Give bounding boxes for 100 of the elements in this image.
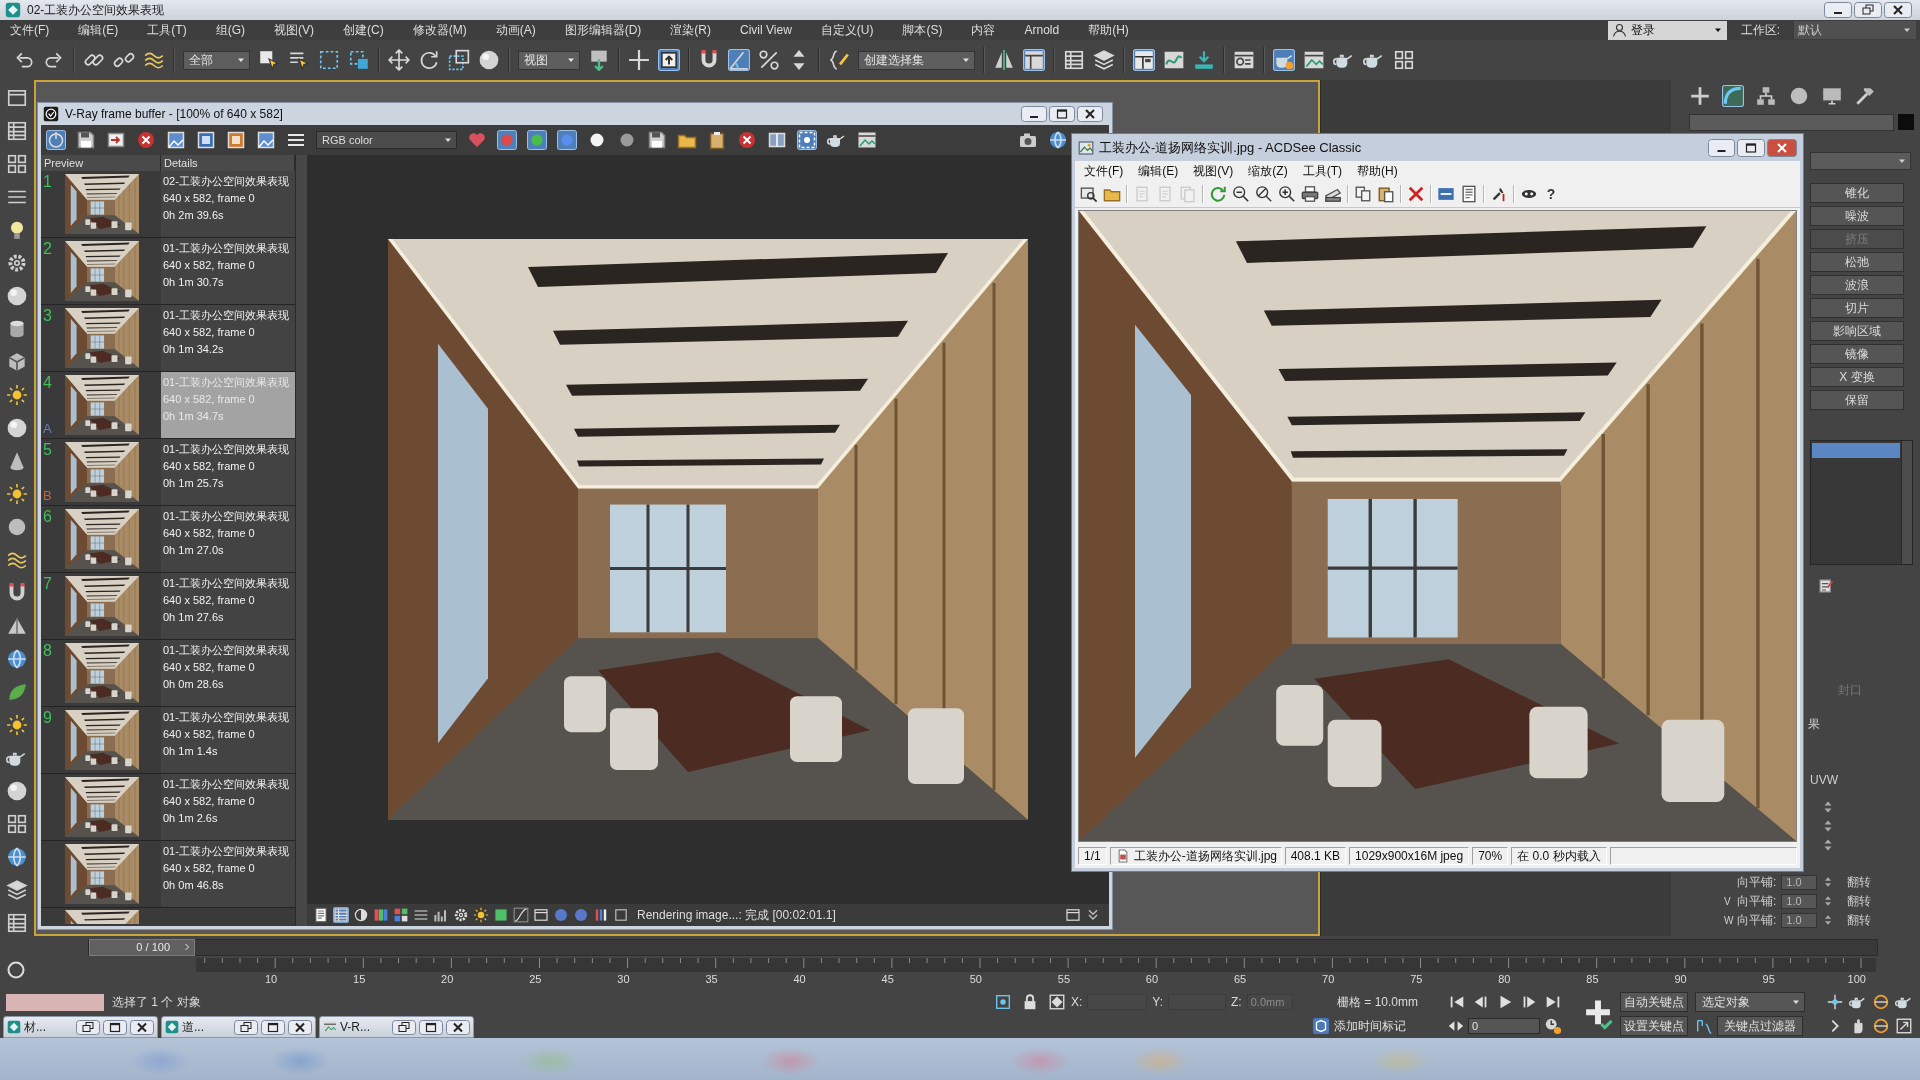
plus-icon[interactable] (1689, 85, 1711, 107)
crosshair-icon[interactable] (628, 49, 650, 71)
minimized-window[interactable]: 道... (161, 1016, 316, 1038)
window-icon[interactable] (1065, 907, 1081, 923)
restore-icon[interactable] (234, 1019, 258, 1035)
stripes-icon[interactable] (593, 907, 609, 923)
layout-icon[interactable] (1133, 49, 1155, 71)
help-button[interactable]: ? (1543, 185, 1559, 203)
globe-icon[interactable] (6, 846, 28, 868)
menu-item[interactable]: 内容 (971, 21, 996, 39)
globe-icon[interactable] (6, 648, 28, 670)
disc-icon[interactable] (1788, 85, 1810, 107)
maximize-icon[interactable] (1049, 106, 1075, 122)
lines-icon[interactable] (413, 907, 429, 923)
menu-item[interactable]: 图形编辑器(D) (564, 21, 642, 39)
menu-item[interactable]: 渲染(R) (670, 21, 711, 39)
menu-item[interactable]: 工具(T) (147, 21, 187, 39)
modifier-button[interactable]: 镜像 (1810, 344, 1904, 364)
picture-frame-icon[interactable] (166, 130, 186, 150)
tiling-field[interactable]: 1.0 (1781, 874, 1818, 890)
auto-key-button[interactable]: 自动关键点 (1620, 992, 1688, 1012)
window-icon[interactable] (6, 87, 28, 109)
maximize-icon[interactable] (1737, 138, 1765, 157)
sun-icon[interactable] (6, 714, 28, 736)
leaf-icon[interactable] (6, 681, 28, 703)
close-icon[interactable] (1884, 2, 1912, 18)
move-icon[interactable] (388, 49, 410, 71)
sun-icon[interactable] (6, 483, 28, 505)
tiling-field[interactable]: 1.0 (1781, 893, 1818, 909)
dropdown[interactable]: 创建选择集 (858, 50, 975, 70)
gear-icon[interactable] (453, 907, 469, 923)
copy-icon[interactable] (1354, 185, 1372, 203)
key-target-dropdown[interactable]: 选定对象 (1695, 992, 1805, 1012)
sphere-icon[interactable] (478, 49, 500, 71)
square-icon[interactable] (613, 907, 629, 923)
close-icon[interactable] (130, 1019, 154, 1035)
printer-icon[interactable] (1301, 185, 1319, 203)
layers-icon[interactable] (6, 879, 28, 901)
ring-icon[interactable] (6, 960, 26, 980)
menu-item[interactable]: 缩放(Z) (1248, 162, 1288, 180)
table-icon[interactable] (6, 120, 28, 142)
history-details[interactable]: 01-工装办公空间效果表现 640 x 582, frame 0 0h 1m 1.4s (161, 707, 295, 773)
pyramid-icon[interactable] (6, 615, 28, 637)
clock-gear-icon[interactable] (1544, 1017, 1562, 1035)
square-frame-icon[interactable] (226, 130, 246, 150)
delete-icon[interactable] (1407, 185, 1425, 203)
minimize-icon[interactable] (1708, 138, 1735, 157)
flip-label[interactable]: 翻转 (1847, 873, 1872, 891)
modifier-button[interactable]: 噪波 (1810, 206, 1904, 226)
grid-squares-icon[interactable] (6, 153, 28, 175)
filled-square-icon[interactable] (493, 907, 509, 923)
history-details[interactable]: 01-工装办公空间效果表现 640 x 582, frame 0 0h 1m 30.7s (161, 238, 295, 304)
zoom-out-icon[interactable] (1232, 185, 1250, 203)
grid-squares-icon[interactable] (6, 813, 28, 835)
grid-squares-icon[interactable] (1393, 49, 1415, 71)
image-magnifier-icon[interactable] (1080, 185, 1098, 203)
configure-icon[interactable] (1818, 578, 1834, 594)
crosshair-dot-icon[interactable] (1826, 993, 1844, 1011)
gear-icon[interactable] (6, 252, 28, 274)
hierarchy-icon[interactable] (1755, 85, 1777, 107)
dropdown[interactable]: 全部 (183, 50, 250, 70)
menu-item[interactable]: 修改器(M) (412, 21, 467, 39)
minimize-icon[interactable] (1021, 106, 1047, 122)
menu-item[interactable]: 自定义(U) (820, 21, 874, 39)
window-icon[interactable] (533, 907, 549, 923)
brace-pencil-icon[interactable] (828, 49, 850, 71)
menu-item[interactable]: 脚本(S) (902, 21, 943, 39)
image-window-icon[interactable] (857, 130, 877, 150)
menu-item[interactable]: Arnold (1024, 23, 1060, 37)
diamond-square-icon[interactable] (1048, 993, 1066, 1011)
monitor-icon[interactable] (1821, 85, 1843, 107)
menu-item[interactable]: 编辑(E) (78, 21, 119, 39)
minimized-window[interactable]: 材... (3, 1016, 158, 1038)
scrollbar[interactable] (295, 155, 307, 926)
half-circle-icon[interactable] (353, 907, 369, 923)
set-key-button[interactable]: 设置关键点 (1620, 1016, 1688, 1036)
modifier-button[interactable]: 保留 (1810, 390, 1904, 410)
disc-icon[interactable] (6, 516, 28, 538)
window-list-icon[interactable] (1233, 49, 1255, 71)
modifier-button[interactable]: X 变换 (1810, 367, 1904, 387)
document-lines-icon[interactable] (313, 907, 329, 923)
menu-item[interactable]: Civil View (740, 23, 792, 37)
select-cursor-icon[interactable] (258, 49, 280, 71)
stop-circle-icon[interactable] (737, 130, 757, 150)
teapot-gear-icon[interactable] (1273, 49, 1295, 71)
flip-label[interactable]: 翻转 (1847, 911, 1872, 929)
menu-item[interactable]: 动画(A) (495, 21, 536, 39)
square-frame-icon[interactable] (196, 130, 216, 150)
picture-frame-icon[interactable] (256, 130, 276, 150)
crossing-square-icon[interactable] (348, 49, 370, 71)
zoom-in-icon[interactable] (1278, 185, 1296, 203)
login-dropdown[interactable]: 登录 (1607, 20, 1727, 40)
table-icon[interactable] (1063, 49, 1085, 71)
menu-item[interactable]: 创建(C) (343, 21, 384, 39)
menu-item[interactable]: 文件(F) (1084, 162, 1124, 180)
menu-item[interactable]: 视图(V) (1193, 162, 1234, 180)
column-header[interactable]: Details (161, 155, 295, 171)
history-details[interactable]: 01-工装办公空间效果表现 640 x 582, frame 0 0h 1m 27.6s (161, 573, 295, 639)
history-details[interactable]: 01-工装办公空间效果表现 640 x 582, frame 0 0h 1m 2.6s (161, 774, 295, 840)
table-icon[interactable] (6, 912, 28, 934)
